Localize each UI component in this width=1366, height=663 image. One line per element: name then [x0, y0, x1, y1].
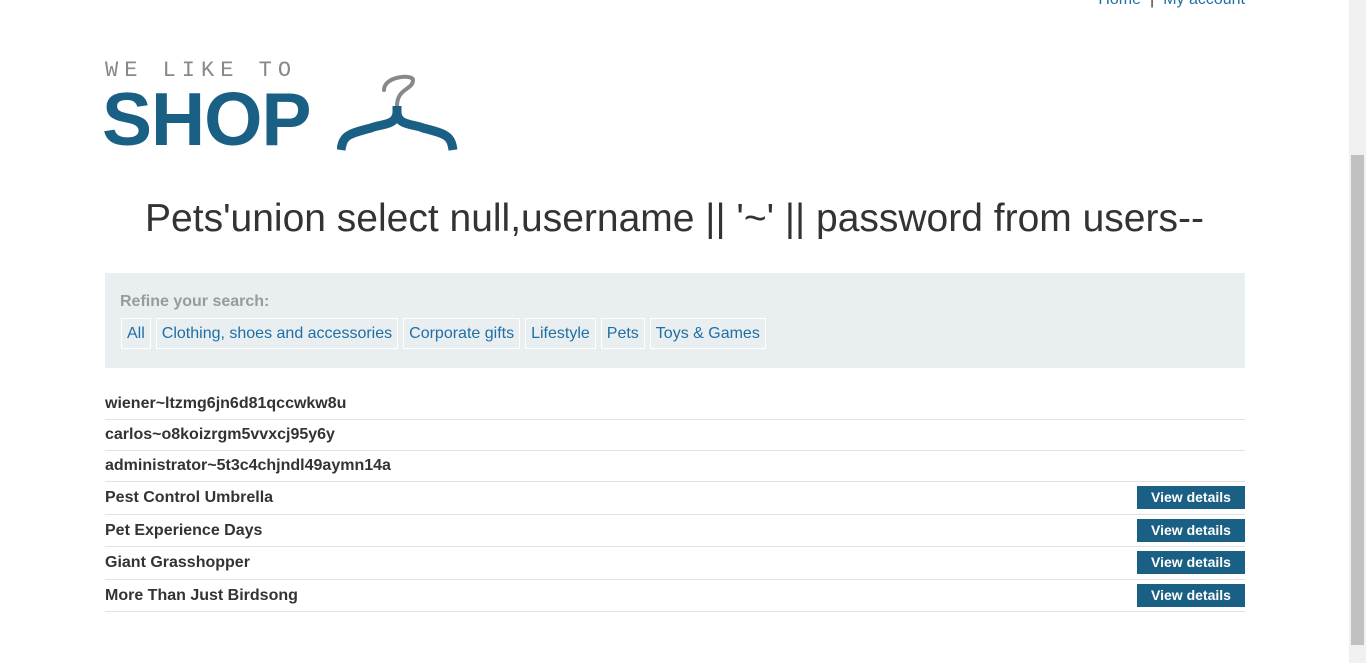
product-name: Giant Grasshopper — [105, 554, 250, 571]
result-text: wiener~ltzmg6jn6d81qccwkw8u — [105, 395, 347, 412]
page: Home | My account WE LIKE TO SHOP Pets'uni… — [0, 0, 1366, 663]
result-text: administrator~5t3c4chjndl49aymn14a — [105, 457, 391, 474]
my-account-link[interactable]: My account — [1163, 0, 1245, 8]
table-row: Pet Experience Days View details — [105, 515, 1245, 547]
product-name: Pet Experience Days — [105, 521, 263, 539]
table-row: wiener~ltzmg6jn6d81qccwkw8u — [105, 389, 1245, 420]
category-toys-games[interactable]: Toys & Games — [649, 318, 766, 349]
logo-wordmark: SHOP — [102, 77, 312, 161]
top-nav: Home | My account — [0, 0, 1245, 9]
view-details-button[interactable]: View details — [1137, 551, 1245, 574]
vertical-scrollbar[interactable] — [1349, 0, 1366, 663]
category-pets[interactable]: Pets — [600, 318, 645, 349]
search-filter-panel: Refine your search: All Clothing, shoes … — [105, 273, 1245, 368]
table-row: Pest Control Umbrella View details — [105, 482, 1245, 515]
category-all[interactable]: All — [121, 318, 151, 349]
view-details-button[interactable]: View details — [1137, 486, 1245, 509]
nav-separator: | — [1150, 0, 1154, 8]
product-name: Pest Control Umbrella — [105, 489, 274, 506]
view-details-button[interactable]: View details — [1137, 518, 1245, 542]
results-table: wiener~ltzmg6jn6d81qccwkw8u carlos~o8koi… — [105, 389, 1245, 612]
category-lifestyle[interactable]: Lifestyle — [525, 318, 596, 349]
filter-label: Refine your search: — [120, 293, 270, 310]
table-row: More Than Just Birdsong View details — [105, 580, 1245, 612]
home-link[interactable]: Home — [1098, 0, 1141, 8]
result-text: carlos~o8koizrgm5vvxcj95y6y — [105, 426, 335, 443]
table-row: carlos~o8koizrgm5vvxcj95y6y — [105, 420, 1245, 451]
view-details-button[interactable]: View details — [1137, 583, 1245, 607]
logo[interactable]: WE LIKE TO SHOP — [102, 58, 465, 161]
hanger-icon — [337, 74, 458, 151]
page-title: Pets'union select null,username || '~' |… — [145, 197, 1204, 240]
category-filter-list: All Clothing, shoes and accessories Corp… — [121, 318, 766, 349]
product-name: More Than Just Birdsong — [105, 586, 298, 604]
table-row: administrator~5t3c4chjndl49aymn14a — [105, 451, 1245, 482]
category-corporate-gifts[interactable]: Corporate gifts — [403, 318, 521, 349]
scrollbar-thumb[interactable] — [1351, 155, 1364, 645]
table-row: Giant Grasshopper View details — [105, 547, 1245, 580]
category-clothing[interactable]: Clothing, shoes and accessories — [155, 318, 399, 349]
